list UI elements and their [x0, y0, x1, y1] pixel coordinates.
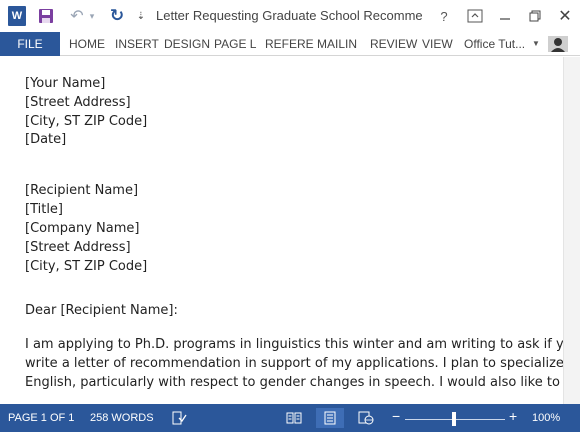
salutation[interactable]: Dear [Recipient Name]: — [25, 303, 178, 318]
tab-page-layout[interactable]: PAGE L — [214, 32, 256, 56]
tab-mailings[interactable]: MAILIN — [317, 32, 357, 56]
close-icon[interactable]: ✕ — [556, 6, 574, 26]
avatar[interactable] — [546, 33, 570, 55]
ribbon-tabs: FILE HOME INSERT DESIGN PAGE L REFERE MA… — [0, 32, 580, 56]
web-layout-icon[interactable] — [352, 408, 380, 428]
minimize-icon[interactable] — [496, 6, 514, 26]
undo-icon[interactable]: ↶ — [68, 6, 86, 26]
tab-view[interactable]: VIEW — [422, 32, 453, 56]
proofing-icon[interactable] — [171, 404, 187, 432]
body-line[interactable]: write a letter of recommendation in supp… — [25, 356, 563, 371]
save-icon[interactable] — [38, 6, 54, 26]
word-app-icon[interactable]: W — [8, 6, 26, 26]
undo-dropdown-icon[interactable]: ▾ — [88, 6, 96, 26]
tab-design[interactable]: DESIGN — [164, 32, 210, 56]
repeat-icon[interactable]: ↻ — [108, 6, 126, 26]
tab-review[interactable]: REVIEW — [370, 32, 417, 56]
account-dropdown-icon[interactable]: ▼ — [532, 39, 540, 48]
tab-home[interactable]: HOME — [69, 32, 105, 56]
body-line[interactable]: I am applying to Ph.D. programs in lingu… — [25, 337, 563, 352]
recipient-company[interactable]: [Company Name] — [25, 221, 139, 236]
page-count[interactable]: PAGE 1 OF 1 — [8, 404, 74, 432]
sender-city[interactable]: [City, ST ZIP Code] — [25, 114, 147, 129]
tab-insert[interactable]: INSERT — [115, 32, 159, 56]
customize-toolbar-icon[interactable]: ⇣ — [136, 6, 146, 26]
recipient-title[interactable]: [Title] — [25, 202, 63, 217]
account-name[interactable]: Office Tut... — [464, 32, 525, 56]
recipient-name[interactable]: [Recipient Name] — [25, 183, 138, 198]
print-layout-icon[interactable] — [316, 408, 344, 428]
body-line[interactable]: English, particularly with respect to ge… — [25, 375, 563, 390]
zoom-out-button[interactable]: − — [392, 408, 400, 424]
recipient-city[interactable]: [City, ST ZIP Code] — [25, 259, 147, 274]
zoom-level[interactable]: 100% — [532, 404, 560, 432]
help-icon[interactable]: ? — [436, 6, 452, 26]
document-page[interactable]: [Your Name] [Street Address] [City, ST Z… — [0, 57, 563, 404]
restore-icon[interactable] — [526, 6, 544, 26]
recipient-street[interactable]: [Street Address] — [25, 240, 131, 255]
title-bar: W ↶ ▾ ↻ ⇣ Letter Requesting Graduate Sch… — [0, 0, 580, 32]
letter-date[interactable]: [Date] — [25, 132, 66, 147]
sender-name[interactable]: [Your Name] — [25, 76, 105, 91]
status-bar: PAGE 1 OF 1 258 WORDS − + 100% — [0, 404, 580, 432]
tab-references[interactable]: REFERE — [265, 32, 314, 56]
tab-file[interactable]: FILE — [0, 32, 60, 56]
word-count[interactable]: 258 WORDS — [90, 404, 154, 432]
zoom-in-button[interactable]: + — [509, 408, 517, 424]
zoom-slider-thumb[interactable] — [452, 412, 456, 426]
read-mode-icon[interactable] — [280, 408, 308, 428]
sender-street[interactable]: [Street Address] — [25, 95, 131, 110]
vertical-scrollbar[interactable] — [563, 57, 580, 404]
ribbon-display-options-icon[interactable] — [466, 6, 484, 26]
document-title: Letter Requesting Graduate School Recomm… — [156, 8, 422, 23]
